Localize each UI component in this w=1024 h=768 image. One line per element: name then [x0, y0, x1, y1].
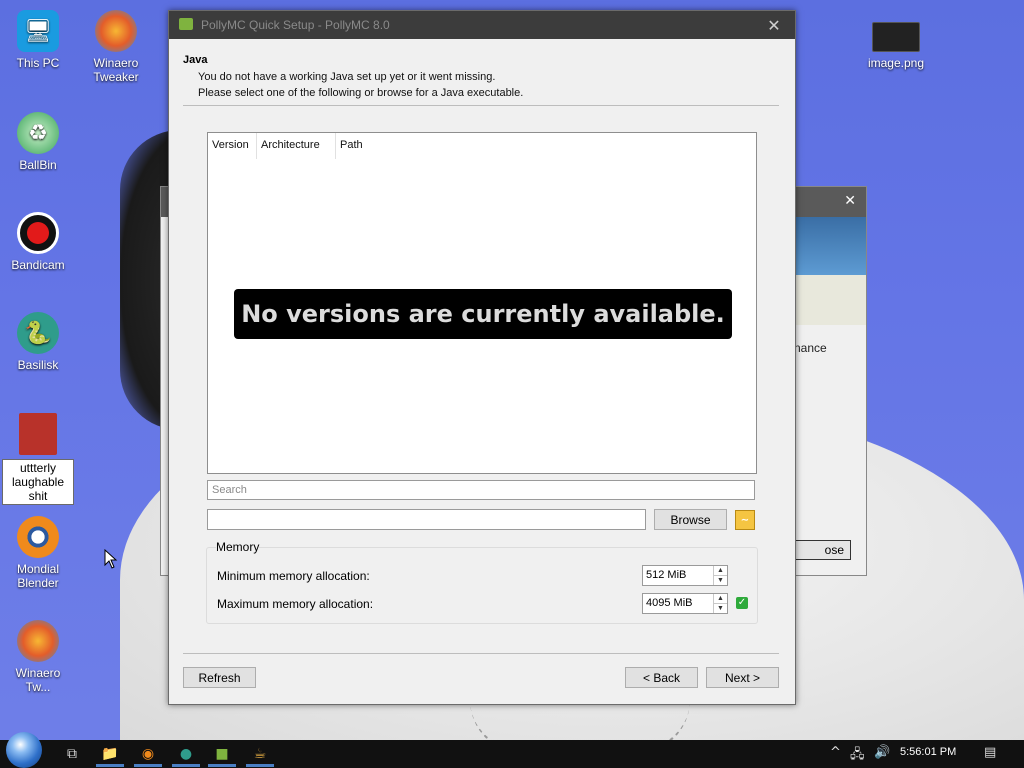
blender-icon — [17, 516, 59, 558]
memory-group-title: Memory — [216, 540, 260, 554]
memory-ok-check-icon: ✓ — [736, 597, 748, 609]
dialog-titlebar: PollyMC Quick Setup - PollyMC 8.0 ✕ — [169, 11, 795, 39]
close-icon[interactable]: ✕ — [844, 193, 856, 209]
dialog-title: PollyMC Quick Setup - PollyMC 8.0 — [201, 18, 390, 32]
image-thumbnail-icon — [872, 22, 920, 52]
pollymc-app-icon — [179, 18, 193, 30]
taskbar: ⧉ 📁 ◉ ● ■ ☕ ^ 🖧 🔊 5:56:01 PM ▤ — [0, 732, 1024, 768]
max-memory-value[interactable]: 4095 MiB — [646, 597, 692, 609]
auto-detect-button[interactable]: ∼ — [735, 510, 755, 530]
record-icon — [17, 212, 59, 254]
chevron-up-icon[interactable]: ^ — [830, 745, 841, 760]
running-indicator — [246, 764, 274, 767]
basilisk-icon: 🐍 — [17, 312, 59, 354]
mouse-cursor-icon — [104, 549, 118, 569]
back-button[interactable]: < Back — [625, 667, 698, 688]
description-line-2: Please select one of the following or br… — [198, 87, 524, 99]
wave-icon: ∼ — [740, 514, 750, 526]
spin-arrows[interactable]: ▲ ▼ — [713, 594, 727, 613]
blender-taskbar-icon[interactable]: ◉ — [138, 744, 158, 764]
task-view-icon[interactable]: ⧉ — [62, 744, 82, 764]
background-window-band — [794, 275, 866, 325]
quick-setup-dialog: PollyMC Quick Setup - PollyMC 8.0 ✕ Java… — [168, 10, 796, 705]
pollymc-taskbar-icon[interactable]: ■ — [212, 744, 232, 764]
running-indicator — [96, 764, 124, 767]
desktop-icon-this-pc[interactable]: 🖥 This PC — [2, 10, 74, 70]
image-file-icon — [19, 413, 57, 455]
start-button[interactable] — [6, 732, 42, 768]
monitor-icon: 🖥 — [17, 10, 59, 52]
desktop-icon-image-png[interactable]: image.png — [860, 22, 932, 70]
column-header-architecture[interactable]: Architecture — [261, 139, 320, 151]
refresh-button[interactable]: Refresh — [183, 667, 256, 688]
desktop-icon-bandicam[interactable]: Bandicam — [2, 212, 74, 272]
close-icon[interactable]: ✕ — [763, 16, 785, 36]
java-versions-table[interactable]: Version Architecture Path No versions ar… — [207, 132, 757, 474]
desktop-icon-winaero-tweaker[interactable]: Winaero Tweaker — [80, 10, 152, 84]
divider — [183, 105, 779, 106]
column-separator[interactable] — [335, 133, 336, 159]
max-memory-spinbox[interactable]: 4095 MiB ▲ ▼ — [642, 593, 728, 614]
spin-down-icon[interactable]: ▼ — [714, 603, 727, 613]
winaero-icon — [17, 620, 59, 662]
spin-up-icon[interactable]: ▲ — [714, 594, 727, 603]
spin-up-icon[interactable]: ▲ — [714, 566, 727, 575]
browse-button[interactable]: Browse — [654, 509, 727, 530]
action-center-icon[interactable]: ▤ — [984, 745, 996, 760]
min-memory-label: Minimum memory allocation: — [217, 569, 370, 583]
min-memory-spinbox[interactable]: 512 MiB ▲ ▼ — [642, 565, 728, 586]
desktop-icon-ballbin[interactable]: ♻ BallBin — [2, 112, 74, 172]
network-icon[interactable]: 🖧 — [850, 745, 865, 767]
divider — [183, 653, 779, 654]
taskbar-clock[interactable]: 5:56:01 PM — [900, 746, 956, 758]
basilisk-taskbar-icon[interactable]: ● — [176, 744, 196, 764]
max-memory-label: Maximum memory allocation: — [217, 597, 374, 611]
running-indicator — [208, 764, 236, 767]
winaero-tweaker-icon — [95, 10, 137, 52]
java-path-field[interactable] — [207, 509, 646, 530]
section-heading: Java — [183, 54, 208, 66]
desktop-icon-winaero-tw[interactable]: Winaero Tw... — [2, 620, 74, 694]
background-window-banner — [794, 217, 866, 275]
min-memory-value[interactable]: 512 MiB — [646, 569, 686, 581]
file-explorer-icon[interactable]: 📁 — [100, 744, 120, 764]
running-indicator — [134, 764, 162, 767]
background-window-text: nance — [794, 341, 827, 355]
desktop-icon-basilisk[interactable]: 🐍 Basilisk — [2, 312, 74, 372]
description-line-1: You do not have a working Java set up ye… — [198, 71, 496, 83]
column-header-path[interactable]: Path — [340, 139, 363, 151]
volume-icon[interactable]: 🔊 — [874, 745, 890, 760]
column-separator[interactable] — [256, 133, 257, 159]
empty-state-message: No versions are currently available. — [234, 289, 732, 339]
java-taskbar-icon[interactable]: ☕ — [250, 744, 270, 764]
spin-down-icon[interactable]: ▼ — [714, 575, 727, 585]
running-indicator — [172, 764, 200, 767]
desktop-icon-mondial-blender[interactable]: Mondial Blender — [2, 516, 74, 590]
next-button[interactable]: Next > — [706, 667, 779, 688]
desktop-icon-uttterly[interactable]: uttterly laughable shit — [2, 413, 74, 505]
dialog-body: Java You do not have a working Java set … — [169, 39, 793, 702]
spin-arrows[interactable]: ▲ ▼ — [713, 566, 727, 585]
recycle-bin-icon: ♻ — [17, 112, 59, 154]
column-header-version[interactable]: Version — [212, 139, 249, 151]
search-input[interactable] — [207, 480, 755, 500]
